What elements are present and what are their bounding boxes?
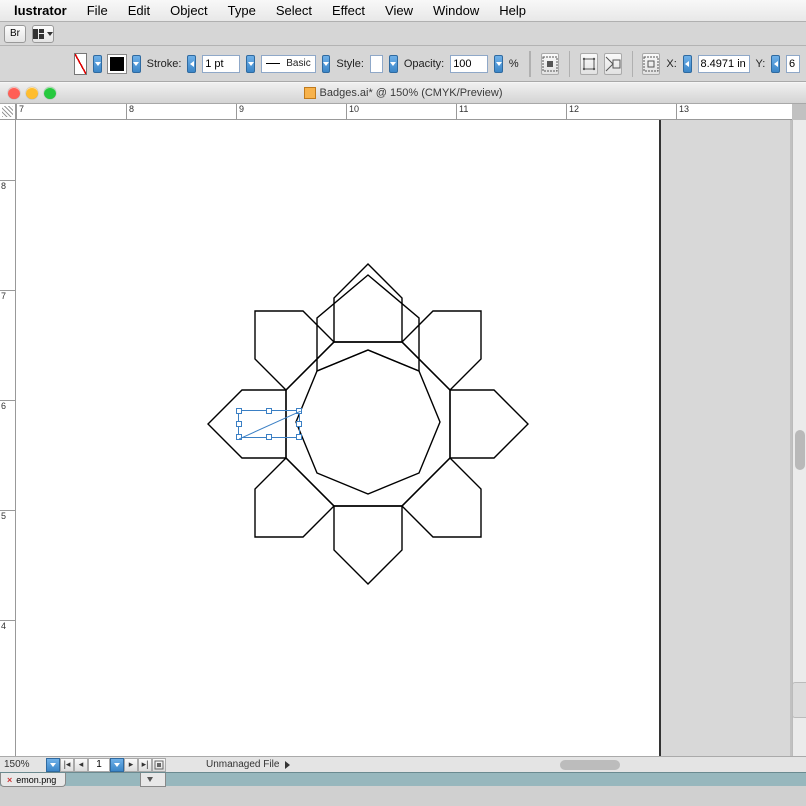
menu-effect[interactable]: Effect <box>322 3 375 18</box>
artboard-nav-icon[interactable] <box>152 758 166 772</box>
chevron-down-icon <box>47 32 53 36</box>
menu-type[interactable]: Type <box>218 3 266 18</box>
x-input[interactable] <box>698 55 750 73</box>
scrollbar-thumb[interactable] <box>795 430 805 470</box>
arrange-documents-button[interactable] <box>32 25 54 43</box>
minimize-window-button[interactable] <box>26 87 38 99</box>
control-bar: Stroke: Basic Style: Opacity: % X: Y: <box>0 46 806 82</box>
pasteboard <box>660 120 790 756</box>
stroke-swatch[interactable] <box>108 55 126 73</box>
ruler-origin[interactable] <box>0 104 16 120</box>
y-stepper[interactable] <box>771 55 780 73</box>
last-artboard-button[interactable]: ▸| <box>138 758 152 772</box>
dock-tab-menu[interactable] <box>140 773 166 787</box>
fill-menu-button[interactable] <box>93 55 102 73</box>
opacity-input[interactable] <box>450 55 488 73</box>
selection-bounding-box[interactable] <box>238 410 300 438</box>
window-titlebar: Badges.ai* @ 150% (CMYK/Preview) <box>0 82 806 104</box>
document-icon <box>304 87 316 99</box>
close-icon[interactable]: × <box>7 775 12 785</box>
document-window: Badges.ai* @ 150% (CMYK/Preview) 7 8 9 1… <box>0 82 806 786</box>
collapsed-panel-handle[interactable] <box>792 682 806 718</box>
stroke-label: Stroke: <box>147 58 182 70</box>
opacity-label: Opacity: <box>404 58 444 70</box>
graphic-style-swatch[interactable] <box>370 55 383 73</box>
opacity-dropdown[interactable] <box>494 55 503 73</box>
menu-bar: lustrator File Edit Object Type Select E… <box>0 0 806 22</box>
style-dropdown[interactable] <box>389 55 398 73</box>
opacity-unit: % <box>509 58 519 70</box>
brush-dropdown[interactable] <box>322 55 331 73</box>
menu-view[interactable]: View <box>375 3 423 18</box>
menu-window[interactable]: Window <box>423 3 489 18</box>
canvas[interactable] <box>16 120 792 756</box>
stroke-weight-dropdown[interactable] <box>246 55 255 73</box>
zoom-window-button[interactable] <box>44 87 56 99</box>
status-menu-icon[interactable] <box>285 761 290 769</box>
stroke-weight-input[interactable] <box>202 55 240 73</box>
style-label: Style: <box>336 58 364 70</box>
color-management-status: Unmanaged File <box>206 759 279 770</box>
next-artboard-button[interactable]: ▸ <box>124 758 138 772</box>
zoom-dropdown[interactable] <box>46 758 60 772</box>
x-stepper[interactable] <box>683 55 692 73</box>
prev-artboard-button[interactable]: ◂ <box>74 758 88 772</box>
document-title: Badges.ai* @ 150% (CMYK/Preview) <box>320 87 503 99</box>
brush-preview[interactable]: Basic <box>261 55 316 73</box>
stroke-menu-button[interactable] <box>132 55 141 73</box>
menu-select[interactable]: Select <box>266 3 322 18</box>
transform-panel-icon[interactable] <box>580 53 598 75</box>
status-bar: 150% |◂ ◂ ▸ ▸| Unmanaged File <box>0 756 806 772</box>
horizontal-scrollbar-thumb[interactable] <box>560 760 620 770</box>
vertical-ruler[interactable]: 8 7 6 5 4 <box>0 120 16 756</box>
app-bar: Br <box>0 22 806 46</box>
dock-tab-emon[interactable]: × emon.png <box>0 773 66 787</box>
artboard-dropdown[interactable] <box>110 758 124 772</box>
bridge-button[interactable]: Br <box>4 25 26 43</box>
first-artboard-button[interactable]: |◂ <box>60 758 74 772</box>
app-name: lustrator <box>4 3 77 18</box>
y-label: Y: <box>756 58 766 70</box>
y-input[interactable] <box>786 55 800 73</box>
edit-clip-icon[interactable] <box>642 53 660 75</box>
align-panel-icon[interactable] <box>541 53 559 75</box>
menu-file[interactable]: File <box>77 3 118 18</box>
horizontal-ruler[interactable]: 7 8 9 10 11 12 13 <box>16 104 792 120</box>
zoom-level[interactable]: 150% <box>0 759 46 770</box>
close-window-button[interactable] <box>8 87 20 99</box>
fill-swatch[interactable] <box>74 53 87 75</box>
dock-tabs: × emon.png <box>0 772 806 786</box>
stroke-weight-stepper[interactable] <box>187 55 196 73</box>
menu-edit[interactable]: Edit <box>118 3 160 18</box>
menu-help[interactable]: Help <box>489 3 536 18</box>
isolate-icon[interactable] <box>604 53 622 75</box>
menu-object[interactable]: Object <box>160 3 218 18</box>
vertical-scrollbar[interactable] <box>792 120 806 756</box>
x-label: X: <box>666 58 676 70</box>
artboard-number-input[interactable] <box>88 758 110 772</box>
